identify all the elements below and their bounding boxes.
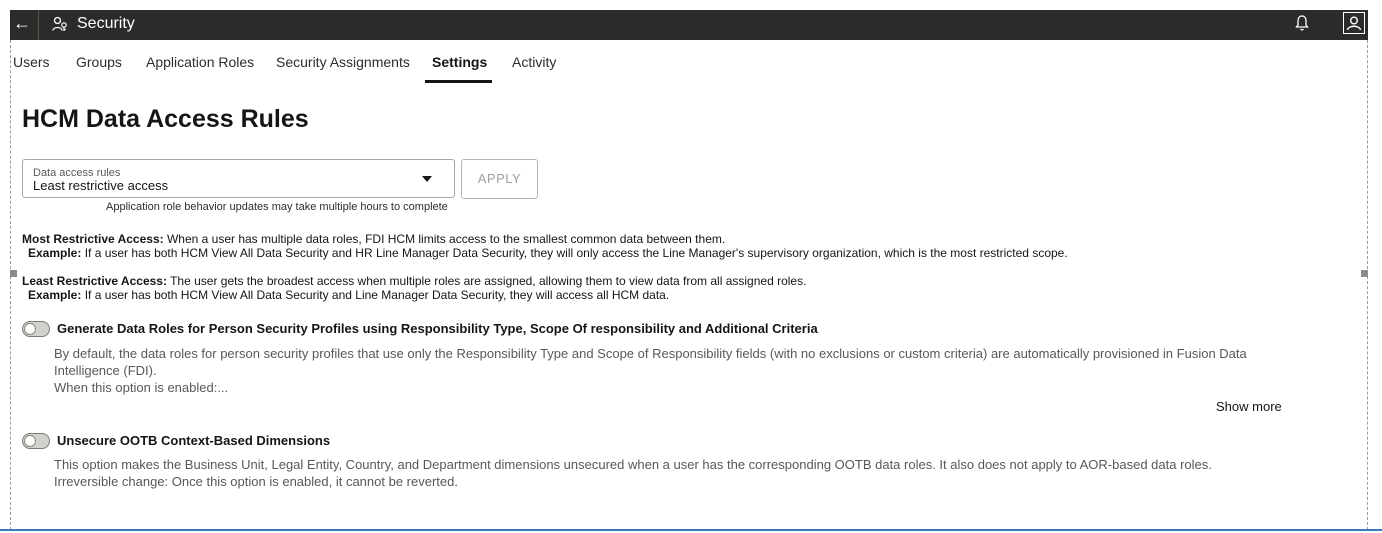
least-restrictive-example: Example: If a user has both HCM View All… — [22, 288, 669, 302]
data-access-rules-select[interactable]: Data access rules Least restrictive acce… — [22, 159, 455, 198]
header-divider — [38, 10, 39, 40]
tab-settings[interactable]: Settings — [432, 52, 487, 72]
app-title: Security — [77, 15, 135, 32]
apply-hint: Application role behavior updates may ta… — [106, 201, 448, 213]
option-desc-line: This option makes the Business Unit, Leg… — [54, 457, 1212, 472]
toggle-knob — [24, 323, 36, 335]
most-restrictive-heading: Most Restrictive Access: — [22, 232, 164, 246]
user-avatar-icon[interactable] — [1343, 12, 1365, 34]
design-frame — [10, 10, 1368, 530]
least-restrictive-text: The user gets the broadest access when m… — [170, 274, 807, 288]
bottom-accent-line — [0, 529, 1382, 531]
least-restrictive-heading: Least Restrictive Access: — [22, 274, 167, 288]
select-value: Least restrictive access — [33, 178, 169, 193]
page-title: HCM Data Access Rules — [22, 105, 309, 133]
tab-security-assignments[interactable]: Security Assignments — [276, 52, 410, 72]
tab-users[interactable]: Users — [13, 52, 50, 72]
unsecure-ootb-description: This option makes the Business Unit, Leg… — [54, 456, 1294, 490]
user-security-icon — [52, 16, 67, 31]
tab-activity[interactable]: Activity — [512, 52, 556, 72]
chevron-down-icon[interactable] — [422, 176, 432, 182]
most-restrictive-description: Most Restrictive Access: When a user has… — [22, 232, 725, 246]
generate-data-roles-toggle[interactable] — [22, 321, 50, 337]
most-restrictive-example-text: If a user has both HCM View All Data Sec… — [84, 246, 1068, 260]
resize-handle-left[interactable] — [10, 270, 17, 277]
most-restrictive-text: When a user has multiple data roles, FDI… — [166, 232, 726, 246]
example-label: Example: — [28, 246, 82, 260]
apply-button[interactable]: APPLY — [461, 159, 538, 199]
option-desc-line: When this option is enabled:... — [54, 380, 229, 395]
example-label: Example: — [28, 288, 82, 302]
tab-groups[interactable]: Groups — [76, 52, 122, 72]
option-desc-line: By default, the data roles for person se… — [54, 346, 1247, 378]
header-bar: ← Security — [10, 10, 1368, 40]
unsecure-ootb-toggle[interactable] — [22, 433, 50, 449]
generate-data-roles-description: By default, the data roles for person se… — [54, 345, 1294, 396]
bell-icon[interactable] — [1294, 14, 1310, 32]
show-more-link[interactable]: Show more — [1216, 399, 1282, 415]
toggle-knob — [24, 435, 36, 447]
back-arrow-icon[interactable]: ← — [12, 12, 32, 34]
tab-application-roles[interactable]: Application Roles — [146, 52, 254, 72]
resize-handle-right[interactable] — [1361, 270, 1368, 277]
most-restrictive-example: Example: If a user has both HCM View All… — [22, 246, 1068, 260]
unsecure-ootb-title: Unsecure OOTB Context-Based Dimensions — [57, 433, 331, 448]
option-desc-line: Irreversible change: Once this option is… — [54, 474, 458, 489]
generate-data-roles-title: Generate Data Roles for Person Security … — [57, 321, 818, 336]
least-restrictive-description: Least Restrictive Access: The user gets … — [22, 274, 806, 288]
active-tab-indicator — [425, 80, 492, 83]
least-restrictive-example-text: If a user has both HCM View All Data Sec… — [84, 288, 670, 302]
